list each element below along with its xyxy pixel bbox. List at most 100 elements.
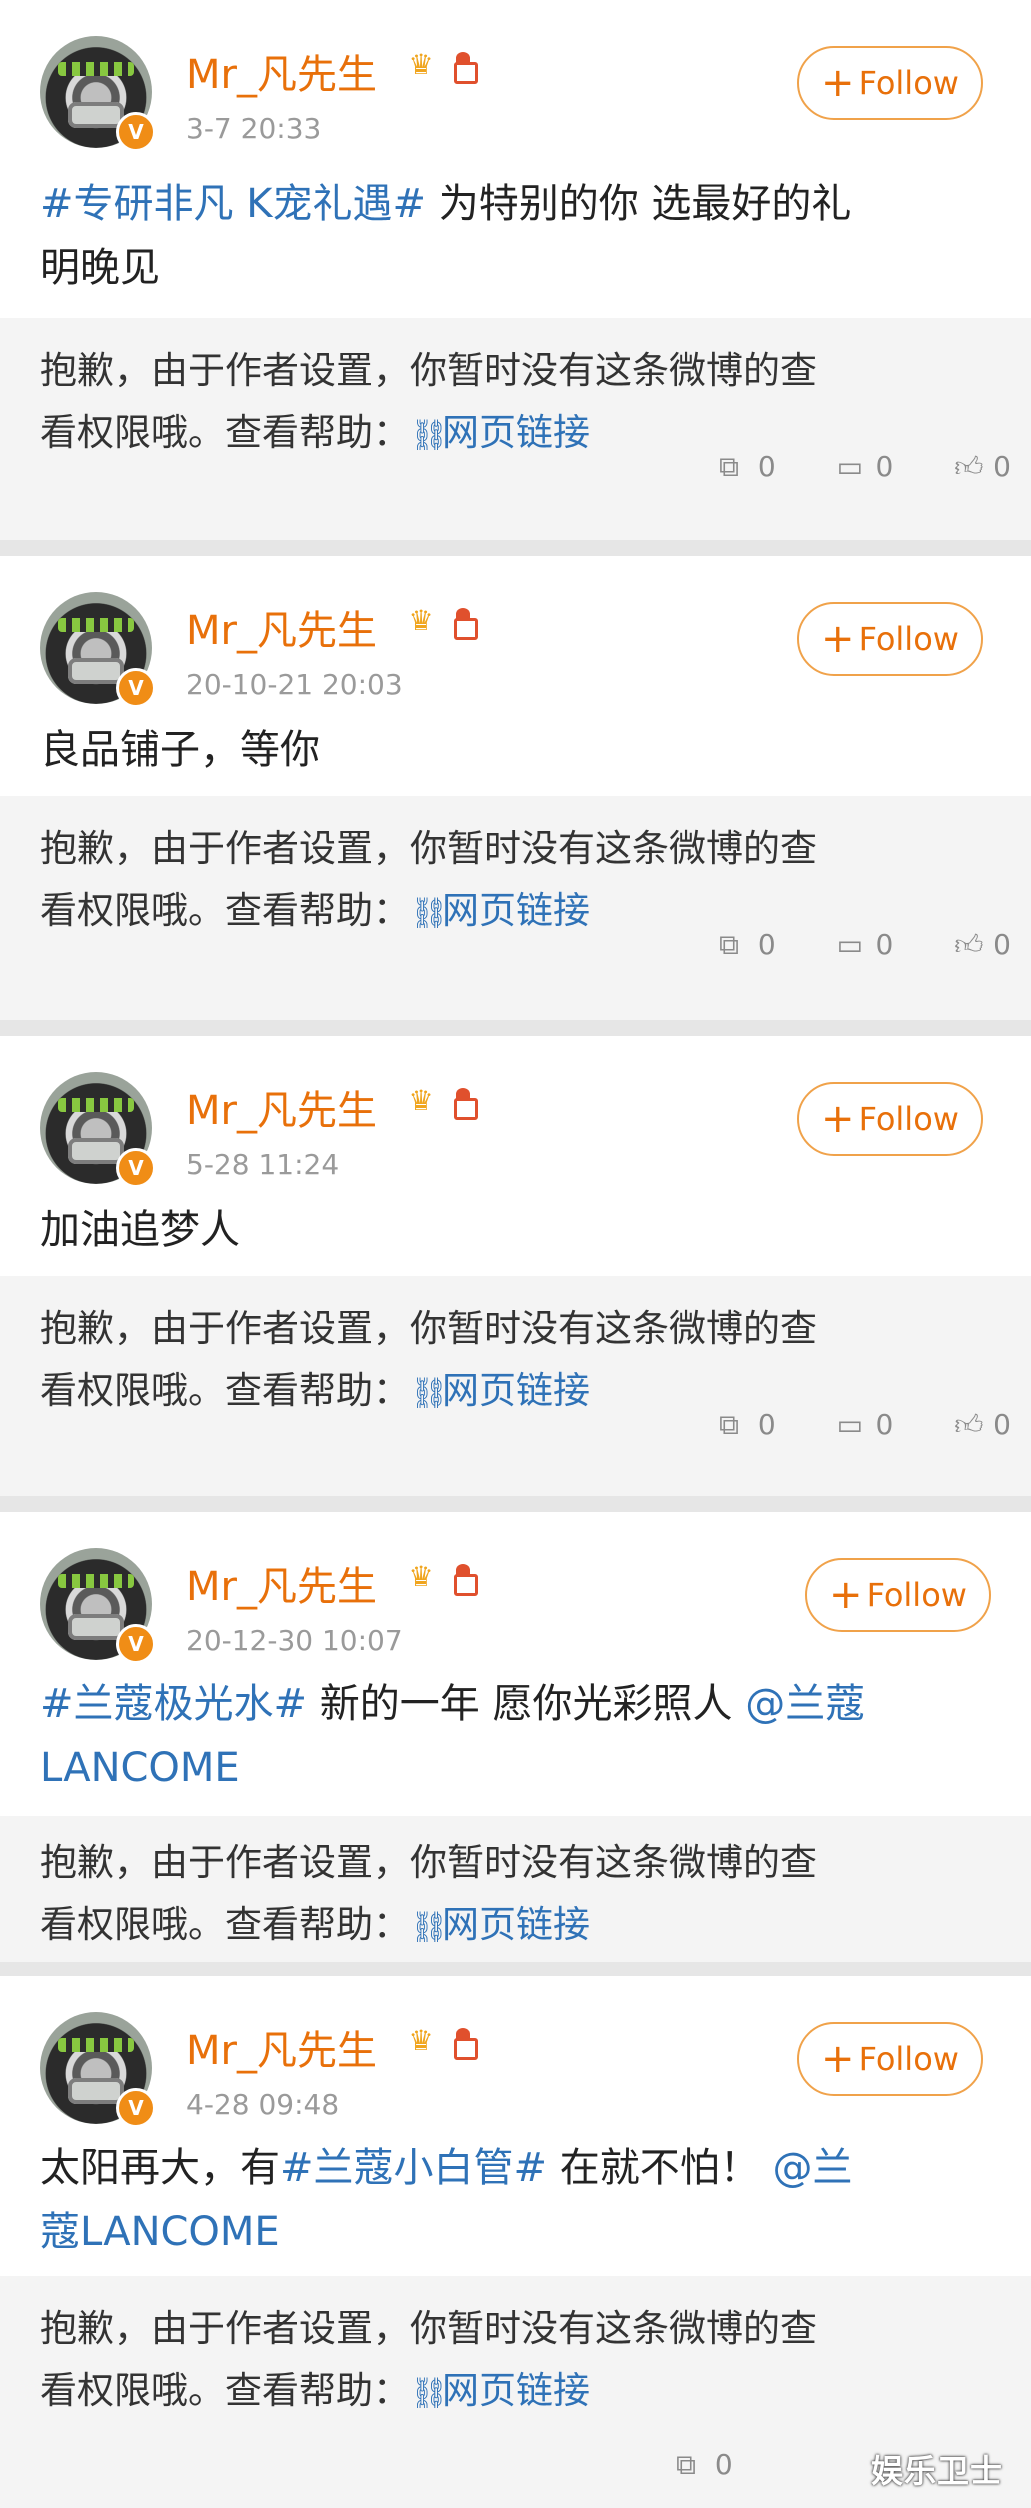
- notice-prefix: 看权限哦。查看帮助：: [40, 1369, 410, 1412]
- like-button[interactable]: 👍︎ 0: [954, 450, 1011, 484]
- post-content: 良品铺子，等你: [40, 727, 320, 773]
- follow-button[interactable]: + Follow: [797, 602, 983, 676]
- link-icon: ⛓: [410, 1376, 449, 1411]
- comment-icon: ▭: [836, 1408, 864, 1441]
- like-count: 0: [993, 928, 1011, 961]
- link-icon: ⛓: [410, 2376, 449, 2411]
- content-text: 在就不怕！: [547, 2145, 773, 2191]
- gift-icon: [446, 1562, 480, 1596]
- web-link[interactable]: 网页链接: [442, 1903, 590, 1946]
- repost-button[interactable]: ⧉ 0: [676, 2448, 733, 2482]
- content-line: #兰蔻极光水# 新的一年 愿你光彩照人 @兰蔻: [40, 1672, 865, 1736]
- content-line: 蔻LANCOME: [40, 2200, 852, 2264]
- post-actions: ⧉ 0 ▭ 0 👍︎ 0: [667, 928, 1011, 968]
- gift-icon: [446, 1086, 480, 1120]
- restricted-notice: 抱歉，由于作者设置，你暂时没有这条微博的查 看权限哦。查看帮助：⛓网页链接 ⧉ …: [0, 1276, 1031, 1496]
- follow-button[interactable]: + Follow: [797, 46, 983, 120]
- content-line: #专研非凡 K宠礼遇# 为特别的你 选最好的礼: [40, 172, 851, 236]
- comment-icon: ▭: [836, 450, 864, 483]
- post-time: 20-12-30 10:07: [186, 1624, 403, 1657]
- web-link[interactable]: 网页链接: [442, 2369, 590, 2412]
- gift-icon: [446, 606, 480, 640]
- gift-icon: [446, 2026, 480, 2060]
- repost-icon: ⧉: [676, 2448, 696, 2481]
- post-content: 太阳再大，有#兰蔻小白管# 在就不怕！ @兰 蔻LANCOME: [40, 2136, 852, 2264]
- crown-icon: ♛: [408, 1084, 434, 1117]
- hashtag-link[interactable]: #专研非凡 K宠礼遇#: [40, 181, 426, 227]
- notice-prefix: 看权限哦。查看帮助：: [40, 411, 410, 454]
- notice-line: 抱歉，由于作者设置，你暂时没有这条微博的查: [40, 1841, 817, 1884]
- follow-button[interactable]: + Follow: [805, 1558, 991, 1632]
- like-icon: 👍︎: [954, 1408, 984, 1441]
- post-header: V Mr_凡先生 ♛ 4-28 09:48 + Follow 太阳再大，有#兰蔻小…: [0, 1976, 1031, 2276]
- repost-button[interactable]: ⧉ 0: [719, 450, 776, 484]
- like-count: 0: [993, 1408, 1011, 1441]
- post-5: V Mr_凡先生 ♛ 4-28 09:48 + Follow 太阳再大，有#兰蔻小…: [0, 1976, 1031, 2508]
- notice-prefix: 看权限哦。查看帮助：: [40, 2369, 410, 2412]
- notice-text: 抱歉，由于作者设置，你暂时没有这条微博的查 看权限哦。查看帮助：⛓网页链接: [40, 818, 817, 945]
- post-4: V Mr_凡先生 ♛ 20-12-30 10:07 + Follow #兰蔻极光水…: [0, 1512, 1031, 1962]
- repost-button[interactable]: ⧉ 0: [719, 928, 776, 962]
- follow-label: Follow: [858, 620, 959, 658]
- link-icon: ⛓: [410, 418, 449, 453]
- username[interactable]: Mr_凡先生: [186, 598, 377, 656]
- link-icon: ⛓: [410, 896, 449, 931]
- hashtag-link[interactable]: #兰蔻极光水#: [40, 1681, 307, 1727]
- content-text: 太阳再大，有: [40, 2145, 280, 2191]
- post-header: V Mr_凡先生 ♛ 20-12-30 10:07 + Follow #兰蔻极光水…: [0, 1512, 1031, 1816]
- content-line: LANCOME: [40, 1736, 865, 1800]
- repost-count: 0: [757, 1408, 776, 1441]
- follow-label: Follow: [858, 64, 959, 102]
- web-link[interactable]: 网页链接: [442, 1369, 590, 1412]
- like-icon: 👍︎: [954, 928, 984, 961]
- comment-button[interactable]: ▭ 0: [837, 450, 894, 483]
- web-link[interactable]: 网页链接: [442, 889, 590, 932]
- verified-badge-icon: V: [116, 1148, 156, 1188]
- repost-icon: ⧉: [718, 450, 739, 483]
- post-time: 3-7 20:33: [186, 112, 322, 145]
- comment-button[interactable]: ▭ 0: [837, 928, 894, 961]
- repost-icon: ⧉: [718, 1408, 739, 1441]
- post-3: V Mr_凡先生 ♛ 5-28 11:24 + Follow 加油追梦人 抱歉，由…: [0, 1036, 1031, 1496]
- post-time: 20-10-21 20:03: [186, 668, 403, 701]
- content-text: 新的一年 愿你光彩照人: [307, 1681, 746, 1727]
- post-content: #兰蔻极光水# 新的一年 愿你光彩照人 @兰蔻 LANCOME: [40, 1672, 865, 1800]
- like-button[interactable]: 👍︎ 0: [954, 928, 1011, 962]
- hashtag-link[interactable]: #兰蔻小白管#: [280, 2145, 547, 2191]
- comment-button[interactable]: ▭ 0: [837, 1408, 894, 1441]
- crown-icon: ♛: [408, 48, 434, 81]
- notice-text: 抱歉，由于作者设置，你暂时没有这条微博的查 看权限哦。查看帮助：⛓网页链接: [40, 340, 817, 467]
- post-1: V Mr_凡先生 ♛ 3-7 20:33 + Follow #专研非凡 K宠礼遇#…: [0, 0, 1031, 540]
- verified-badge-icon: V: [116, 2088, 156, 2128]
- verified-badge-icon: V: [116, 668, 156, 708]
- repost-button[interactable]: ⧉ 0: [719, 1408, 776, 1442]
- post-2: V Mr_凡先生 ♛ 20-10-21 20:03 + Follow 良品铺子，等…: [0, 556, 1031, 1020]
- username[interactable]: Mr_凡先生: [186, 2018, 377, 2076]
- post-header: V Mr_凡先生 ♛ 20-10-21 20:03 + Follow 良品铺子，等…: [0, 556, 1031, 796]
- comment-count: 0: [875, 1408, 894, 1441]
- web-link[interactable]: 网页链接: [442, 411, 590, 454]
- repost-count: 0: [714, 2448, 733, 2481]
- comment-count: 0: [875, 928, 894, 961]
- follow-label: Follow: [858, 1100, 959, 1138]
- mention-link[interactable]: @兰: [772, 2145, 852, 2191]
- notice-line: 抱歉，由于作者设置，你暂时没有这条微博的查: [40, 827, 817, 870]
- post-time: 4-28 09:48: [186, 2088, 340, 2121]
- username[interactable]: Mr_凡先生: [186, 1554, 377, 1612]
- mention-link[interactable]: LANCOME: [40, 1745, 240, 1791]
- mention-link[interactable]: @兰蔻: [745, 1681, 865, 1727]
- mention-link[interactable]: 蔻LANCOME: [40, 2209, 280, 2255]
- follow-label: Follow: [858, 2040, 959, 2078]
- follow-button[interactable]: + Follow: [797, 1082, 983, 1156]
- like-button[interactable]: 👍︎ 0: [954, 1408, 1011, 1442]
- follow-label: Follow: [866, 1576, 967, 1614]
- notice-line: 看权限哦。查看帮助：⛓网页链接: [40, 2360, 817, 2425]
- post-time: 5-28 11:24: [186, 1148, 340, 1181]
- follow-button[interactable]: + Follow: [797, 2022, 983, 2096]
- verified-badge-icon: V: [116, 112, 156, 152]
- repost-count: 0: [757, 928, 776, 961]
- username[interactable]: Mr_凡先生: [186, 1078, 377, 1136]
- notice-text: 抱歉，由于作者设置，你暂时没有这条微博的查 看权限哦。查看帮助：⛓网页链接: [40, 1832, 817, 1959]
- notice-line: 看权限哦。查看帮助：⛓网页链接: [40, 1894, 817, 1959]
- username[interactable]: Mr_凡先生: [186, 42, 377, 100]
